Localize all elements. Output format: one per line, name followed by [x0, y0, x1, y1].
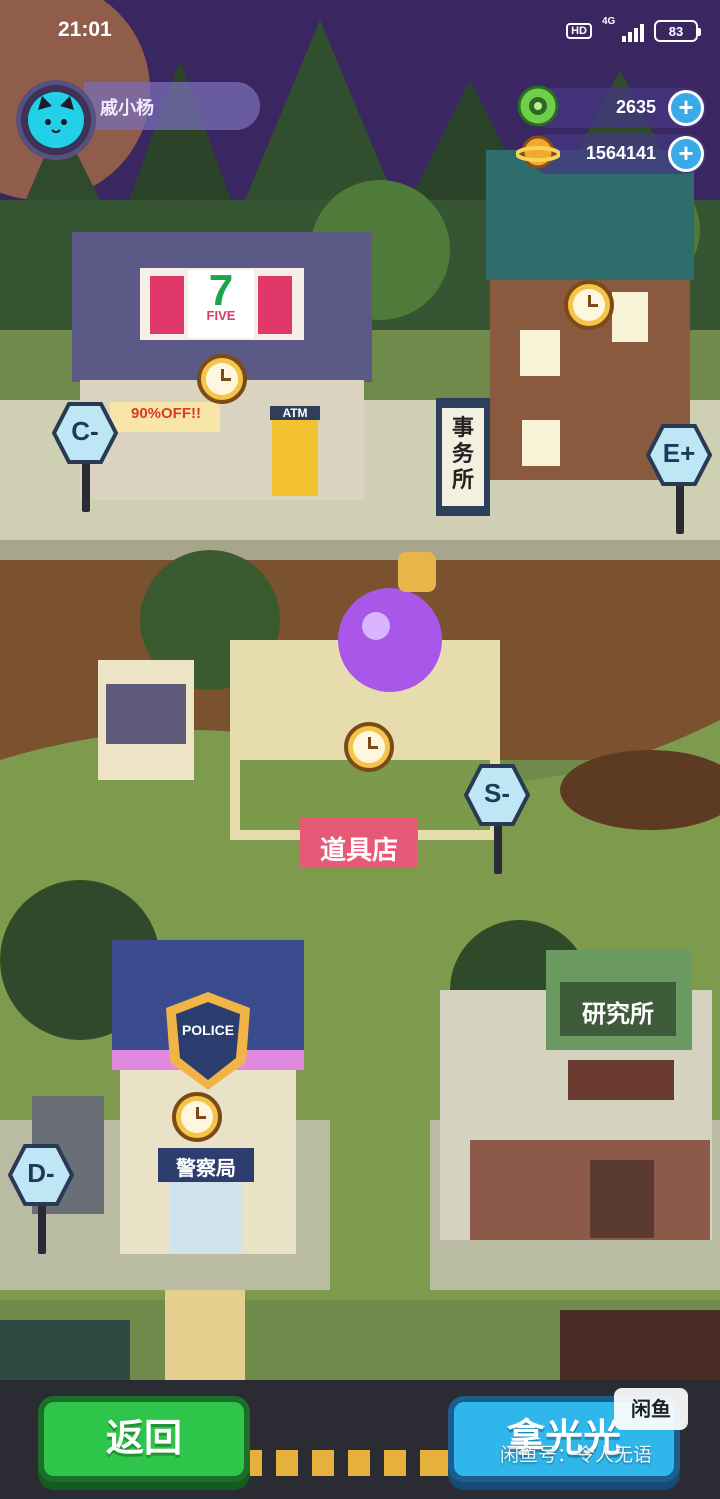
battery-icon: 83: [654, 20, 701, 42]
back-button-label: 返回: [105, 1416, 182, 1460]
sign-post: [494, 824, 502, 874]
sign-post: [82, 462, 90, 512]
player-name: 戚小杨: [84, 82, 260, 130]
add-gold-button[interactable]: +: [668, 136, 704, 172]
item-shop-timer-clock-icon[interactable]: [344, 722, 394, 772]
office-timer-clock-icon[interactable]: [564, 280, 614, 330]
zone-sign-c[interactable]: C-: [52, 402, 118, 512]
cat-face-icon: [28, 92, 84, 148]
atm-sign: ATM: [270, 406, 320, 420]
store-sale-sign: 90%OFF!!: [130, 405, 201, 422]
store-timer-clock-icon[interactable]: [197, 354, 247, 404]
police-badge-text: POLICE: [181, 1022, 235, 1038]
police-timer-clock-icon[interactable]: [172, 1092, 222, 1142]
player-avatar[interactable]: [16, 80, 96, 160]
zone-sign-e[interactable]: E+: [646, 424, 712, 534]
watermark-text: 闲鱼号：令人无语: [500, 1444, 653, 1466]
green-gem-coin-icon: [517, 85, 559, 127]
zone-sign-d[interactable]: D-: [8, 1144, 74, 1254]
status-bar: 21:01 HD 4G 83: [0, 0, 720, 62]
zone-label: D-: [27, 1158, 55, 1188]
gold-amount: 1564141: [585, 143, 656, 163]
item-shop-sign: 道具店: [319, 836, 398, 866]
zone-sign-s[interactable]: S-: [464, 764, 530, 874]
gem-amount: 2635: [615, 97, 656, 117]
zone-label: E+: [662, 438, 696, 468]
signal-icon: 4G: [602, 16, 644, 42]
gem-currency: 2635 +: [517, 85, 706, 128]
lab-sign: 研究所: [582, 1000, 654, 1028]
status-time: 21:01: [58, 18, 112, 41]
sign-post: [38, 1204, 46, 1254]
zone-label: C-: [71, 416, 99, 446]
office-sign: 事务所: [451, 416, 474, 493]
network-type: 4G: [602, 16, 616, 27]
sign-post: [676, 484, 684, 534]
gold-planet-coin-icon: [516, 135, 560, 169]
gold-currency: 1564141 +: [516, 134, 706, 174]
store-logo-sub: FIVE: [206, 308, 236, 323]
hd-badge: HD: [566, 23, 592, 39]
police-sign: 警察局: [176, 1156, 236, 1180]
battery-level: 83: [668, 23, 684, 39]
add-gem-button[interactable]: +: [668, 90, 704, 126]
back-button[interactable]: 返回: [38, 1396, 250, 1482]
watermark-logo: 闲鱼: [614, 1388, 688, 1430]
zone-label: S-: [484, 778, 510, 808]
